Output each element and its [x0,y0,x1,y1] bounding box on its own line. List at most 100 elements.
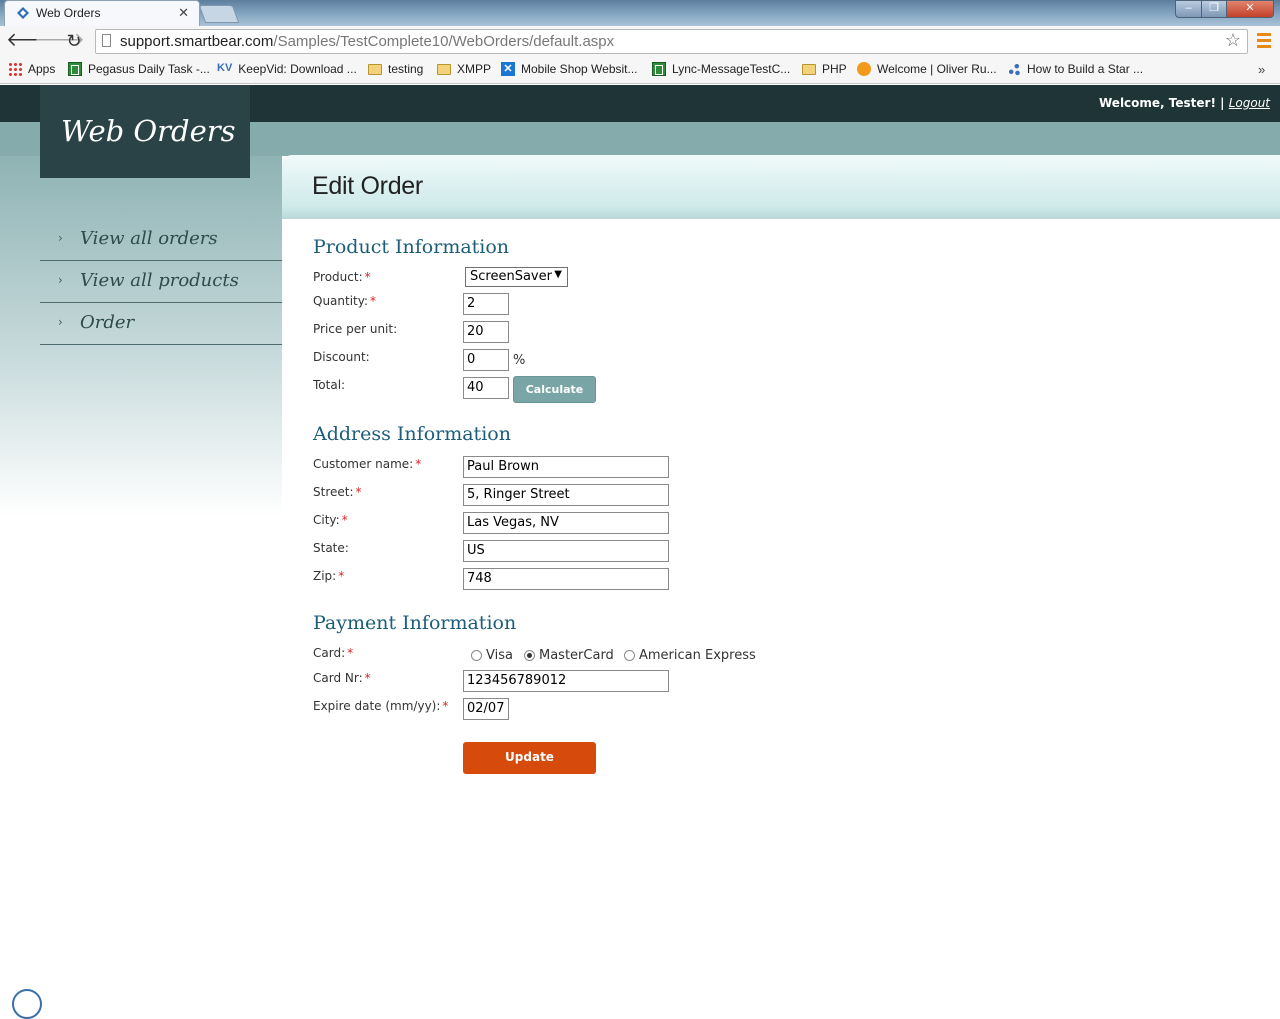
nav-label[interactable]: Order [80,312,134,333]
price-input[interactable]: 20 [463,321,509,343]
nav-label[interactable]: View all orders [80,228,218,249]
bookmark-keepvid[interactable]: KV KeepVid: Download ... [217,62,357,76]
nav-item-view-all-products[interactable]: › View all products [40,261,282,303]
bookmark-label: Pegasus Daily Task -... [88,62,210,76]
chevron-right-icon: › [58,273,63,287]
nav-item-order[interactable]: › Order [40,303,282,345]
welcome-separator: | [1220,96,1225,110]
expire-date-input[interactable]: 02/07 [463,698,509,720]
bookmark-label: PHP [822,62,847,76]
nav-item-view-all-orders[interactable]: › View all orders [40,219,282,261]
reload-icon[interactable]: ↻ [63,30,85,52]
bookmark-star-icon[interactable]: ☆ [1225,30,1241,51]
expire-date-label-text: Expire date (mm/yy): [313,699,441,713]
card-nr-label: Card Nr: * [313,671,371,685]
tab-close-icon[interactable]: ✕ [178,5,189,21]
bookmark-label: KeepVid: Download ... [238,62,357,76]
bookmarks-bar: Apps Pegasus Daily Task -... KV KeepVid: … [0,58,1280,84]
tab-title: Web Orders [36,6,101,20]
state-label: State: [313,541,349,555]
bookmark-apps[interactable]: Apps [8,62,55,76]
new-tab-button[interactable] [198,5,240,23]
back-arrow-icon[interactable]: 🡐 [6,30,57,52]
customer-name-label-text: Customer name: [313,457,414,471]
url-text[interactable]: support.smartbear.com/Samples/TestComple… [120,33,614,50]
street-input[interactable]: 5, Ringer Street [463,484,669,506]
update-button[interactable]: Update [463,742,596,774]
folder-icon [437,63,451,75]
bookmark-label: Mobile Shop Websit... [521,62,638,76]
orange-circle-icon [857,62,871,76]
bookmark-testing[interactable]: testing [368,62,423,76]
bookmark-label: Lync-MessageTestC... [672,62,791,76]
url-domain: support.smartbear.com [120,33,274,50]
state-input[interactable]: US [463,540,669,562]
bookmark-php[interactable]: PHP [802,62,847,76]
city-input[interactable]: Las Vegas, NV [463,512,669,534]
radio-visa[interactable] [471,650,482,661]
calculate-button[interactable]: Calculate [513,376,596,403]
product-select[interactable]: ScreenSaver ▼ [465,267,568,287]
discount-input[interactable]: 0 [463,349,509,371]
customer-name-label: Customer name: * [313,457,421,471]
bookmark-star-build[interactable]: How to Build a Star ... [1007,62,1143,76]
dropdown-arrow-icon: ▼ [554,269,562,280]
card-option-mastercard[interactable]: MasterCard [524,648,614,663]
forward-arrow-icon[interactable]: 🡒 [34,30,85,52]
web-page: Welcome, Tester! | Logout Web Orders › V… [0,85,1280,994]
logout-link[interactable]: Logout [1229,96,1270,110]
address-section-heading: Address Information [313,423,511,445]
bookmark-oliver[interactable]: Welcome | Oliver Ru... [857,62,997,76]
city-label: City: * [313,513,348,527]
zip-input[interactable]: 748 [463,568,669,590]
total-input[interactable]: 40 [463,377,509,399]
quantity-label-text: Quantity: [313,294,369,308]
nodes-icon [1007,62,1021,76]
chevron-right-icon: › [58,231,63,245]
card-option-american-express[interactable]: American Express [624,648,756,663]
folder-icon [368,63,382,75]
kv-icon: KV [217,62,233,74]
browser-title-bar: Web Orders ✕ – ❐ ✕ [0,0,1280,26]
card-option-label: MasterCard [539,648,614,663]
product-label-text: Product: [313,270,363,284]
bookmark-label: How to Build a Star ... [1027,62,1144,76]
radio-mastercard[interactable] [524,650,535,661]
window-close-button[interactable]: ✕ [1226,0,1274,18]
spreadsheet-icon [68,62,82,76]
card-number-input[interactable]: 123456789012 [463,670,669,692]
card-option-visa[interactable]: Visa [471,648,513,663]
browser-tab-web-orders[interactable]: Web Orders ✕ [4,0,200,26]
bookmark-mobile-shop[interactable]: ✕ Mobile Shop Websit... [501,62,638,76]
browser-menu-icon[interactable] [1257,33,1271,49]
window-maximize-button[interactable]: ❐ [1201,0,1227,18]
bookmark-lync[interactable]: Lync-MessageTestC... [652,62,790,76]
bookmark-pegasus[interactable]: Pegasus Daily Task -... [68,62,210,76]
welcome-area: Welcome, Tester! | Logout [1099,96,1270,110]
product-select-value: ScreenSaver [470,269,552,284]
apps-grid-icon [8,62,22,76]
browser-toolbar: 🡐 🡒 ↻ support.smartbear.com/Samples/Test… [0,26,1280,58]
nav-label[interactable]: View all products [80,270,239,291]
logo-text: Web Orders [61,114,236,148]
window-minimize-button[interactable]: – [1175,0,1202,18]
page-title: Edit Order [312,172,423,200]
card-option-label: American Express [639,648,756,663]
required-mark: * [355,485,362,499]
customer-name-input[interactable]: Paul Brown [463,456,669,478]
payment-section-heading: Payment Information [313,612,517,634]
required-mark: * [364,270,371,284]
card-label: Card: * [313,646,353,660]
bookmark-xmpp[interactable]: XMPP [437,62,491,76]
welcome-text: Welcome, Tester! [1099,96,1216,110]
quantity-input[interactable]: 2 [463,293,509,315]
bookmarks-overflow-icon[interactable]: » [1258,62,1265,77]
street-label-text: Street: [313,485,354,499]
address-bar[interactable]: support.smartbear.com/Samples/TestComple… [95,29,1248,54]
url-path: /Samples/TestComplete10/WebOrders/defaul… [273,33,615,50]
radio-american-express[interactable] [624,650,635,661]
required-mark: * [415,457,422,471]
bookmark-label: Welcome | Oliver Ru... [877,62,997,76]
required-mark: * [370,294,377,308]
card-nr-label-text: Card Nr: [313,671,363,685]
